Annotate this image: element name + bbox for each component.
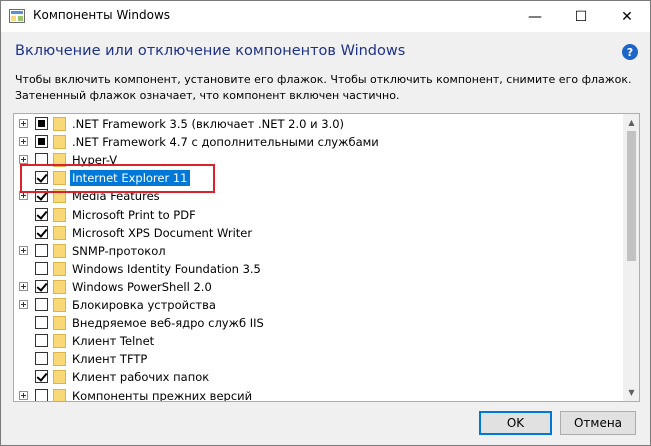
expand-icon[interactable] bbox=[19, 390, 28, 400]
folder-icon bbox=[53, 316, 66, 331]
feature-row[interactable]: Hyper-V bbox=[14, 151, 622, 169]
feature-label: Клиент TFTP bbox=[72, 352, 148, 367]
feature-checkbox[interactable] bbox=[35, 243, 48, 257]
feature-label: Блокировка устройства bbox=[72, 298, 216, 312]
feature-label: Hyper-V bbox=[72, 153, 118, 168]
feature-label: Компоненты прежних версий bbox=[72, 388, 253, 402]
feature-label: Windows PowerShell 2.0 bbox=[72, 279, 212, 294]
feature-row[interactable]: Клиент TFTP bbox=[14, 350, 622, 368]
feature-checkbox[interactable] bbox=[35, 171, 48, 185]
feature-label: .NET Framework 4.7 с дополнительными слу… bbox=[72, 135, 379, 150]
folder-icon bbox=[53, 298, 66, 312]
feature-row[interactable]: Windows PowerShell 2.0 bbox=[14, 278, 622, 296]
feature-label: Внедряемое веб-ядро служб IIS bbox=[72, 316, 264, 331]
feature-row[interactable]: Внедряемое веб-ядро служб IIS bbox=[14, 314, 622, 332]
folder-icon bbox=[53, 261, 66, 276]
folder-icon bbox=[53, 117, 66, 131]
feature-row[interactable]: Microsoft Print to PDF bbox=[14, 206, 622, 224]
feature-checkbox[interactable] bbox=[35, 279, 48, 293]
feature-checkbox[interactable] bbox=[35, 189, 48, 203]
feature-checkbox[interactable] bbox=[35, 153, 48, 167]
scroll-thumb[interactable] bbox=[627, 131, 636, 261]
feature-row[interactable]: Windows Identity Foundation 3.5 bbox=[14, 260, 622, 278]
feature-checkbox[interactable] bbox=[35, 117, 48, 130]
feature-checkbox[interactable] bbox=[35, 135, 48, 149]
feature-label: Microsoft Print to PDF bbox=[72, 207, 196, 222]
window-features-icon bbox=[9, 9, 25, 23]
expand-icon[interactable] bbox=[19, 281, 28, 291]
folder-icon bbox=[53, 279, 66, 294]
feature-checkbox[interactable] bbox=[35, 261, 48, 275]
scroll-down-icon[interactable]: ▼ bbox=[623, 384, 639, 401]
ok-button[interactable]: OK bbox=[479, 411, 552, 435]
feature-row[interactable]: Компоненты прежних версий bbox=[14, 387, 622, 402]
feature-row[interactable]: SNMP-протокол bbox=[14, 242, 622, 260]
expand-icon[interactable] bbox=[19, 191, 28, 201]
folder-icon bbox=[53, 334, 66, 349]
feature-checkbox[interactable] bbox=[35, 334, 48, 348]
feature-checkbox[interactable] bbox=[35, 298, 48, 311]
vertical-scrollbar[interactable]: ▲ ▼ bbox=[623, 114, 639, 401]
feature-label: .NET Framework 3.5 (включает .NET 2.0 и … bbox=[72, 117, 345, 131]
expand-icon[interactable] bbox=[19, 300, 28, 309]
folder-icon bbox=[53, 225, 66, 240]
expand-icon[interactable] bbox=[19, 155, 28, 165]
feature-row[interactable]: Клиент рабочих папок bbox=[14, 368, 622, 386]
folder-icon bbox=[53, 189, 66, 204]
feature-row[interactable]: Media Features bbox=[14, 187, 622, 205]
features-tree[interactable]: ▲ ▼ .NET Framework 3.5 (включает .NET 2.… bbox=[13, 113, 640, 402]
expand-icon[interactable] bbox=[19, 137, 28, 147]
feature-label: Клиент Telnet bbox=[72, 334, 155, 349]
feature-checkbox[interactable] bbox=[35, 207, 48, 221]
feature-label: Клиент рабочих папок bbox=[72, 370, 210, 385]
folder-icon bbox=[53, 243, 66, 258]
cancel-button[interactable]: Отмена bbox=[560, 411, 636, 435]
help-icon[interactable]: ? bbox=[622, 44, 638, 60]
feature-row[interactable]: Клиент Telnet bbox=[14, 332, 622, 350]
folder-icon bbox=[53, 370, 66, 385]
minimize-button[interactable]: — bbox=[512, 1, 558, 32]
folder-icon bbox=[53, 352, 66, 367]
feature-checkbox[interactable] bbox=[35, 225, 48, 239]
feature-label: Microsoft XPS Document Writer bbox=[72, 225, 253, 240]
window-title: Компоненты Windows bbox=[33, 8, 171, 22]
maximize-button[interactable]: ☐ bbox=[558, 1, 604, 32]
instructions: Чтобы включить компонент, установите его… bbox=[15, 72, 635, 104]
expand-icon[interactable] bbox=[19, 119, 28, 128]
folder-icon bbox=[53, 388, 66, 401]
feature-row[interactable]: Блокировка устройства bbox=[14, 296, 622, 314]
scroll-up-icon[interactable]: ▲ bbox=[623, 114, 639, 131]
close-button[interactable]: ✕ bbox=[604, 1, 650, 32]
feature-checkbox[interactable] bbox=[35, 388, 48, 401]
feature-label: Internet Explorer 11 bbox=[70, 170, 190, 187]
folder-icon bbox=[53, 207, 66, 222]
folder-icon bbox=[53, 171, 66, 186]
feature-row[interactable]: Internet Explorer 11 bbox=[14, 169, 622, 187]
feature-label: SNMP-протокол bbox=[72, 243, 166, 258]
feature-row[interactable]: .NET Framework 3.5 (включает .NET 2.0 и … bbox=[14, 115, 622, 133]
page-title: Включение или отключение компонентов Win… bbox=[15, 43, 406, 59]
folder-icon bbox=[53, 135, 66, 150]
feature-checkbox[interactable] bbox=[35, 370, 48, 384]
feature-checkbox[interactable] bbox=[35, 316, 48, 330]
feature-label: Media Features bbox=[72, 189, 160, 204]
feature-checkbox[interactable] bbox=[35, 352, 48, 366]
folder-icon bbox=[53, 153, 66, 168]
feature-row[interactable]: .NET Framework 4.7 с дополнительными слу… bbox=[14, 133, 622, 151]
title-bar: Компоненты Windows — ☐ ✕ bbox=[1, 1, 650, 32]
expand-icon[interactable] bbox=[19, 245, 28, 255]
features-dialog: Компоненты Windows — ☐ ✕ Включение или о… bbox=[0, 0, 651, 446]
instructions-line-1: Чтобы включить компонент, установите его… bbox=[15, 73, 632, 86]
feature-label: Windows Identity Foundation 3.5 bbox=[72, 261, 261, 276]
feature-row[interactable]: Microsoft XPS Document Writer bbox=[14, 224, 622, 242]
instructions-line-2: Затененный флажок означает, что компонен… bbox=[15, 89, 400, 102]
